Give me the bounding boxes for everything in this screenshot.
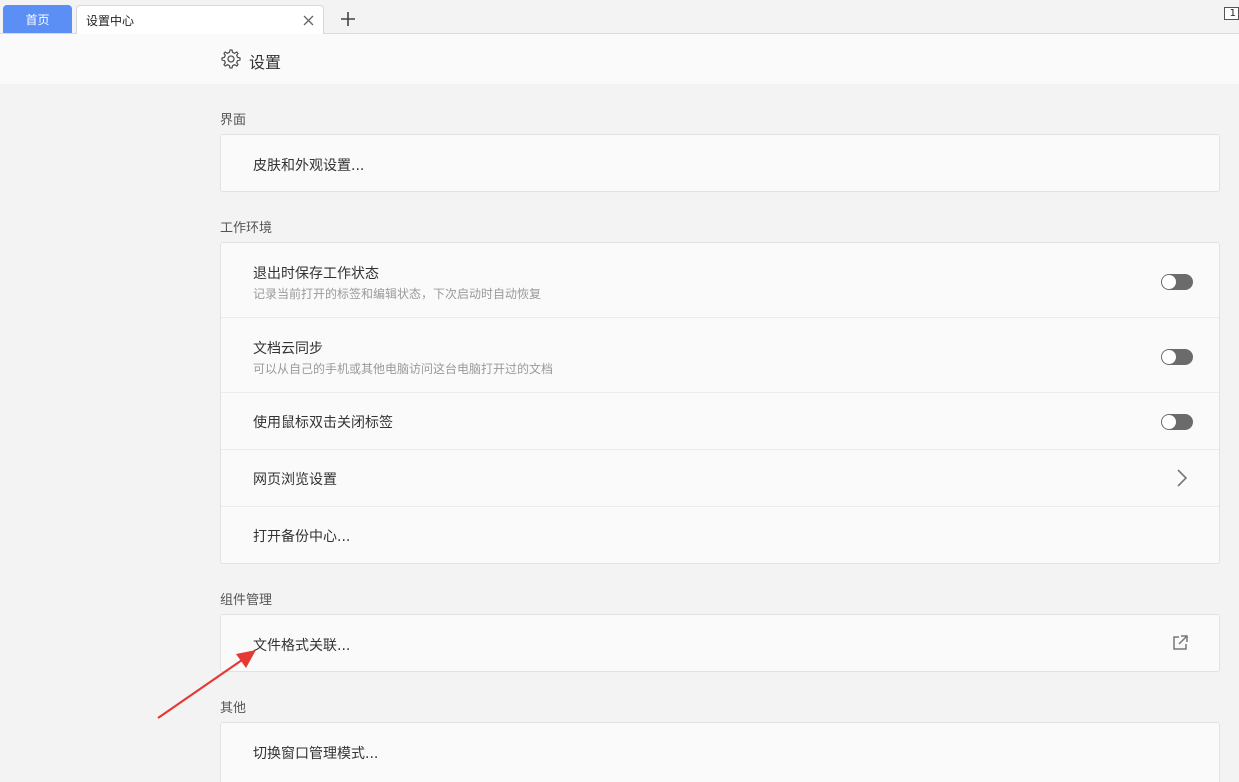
annotation-arrow-icon (157, 650, 256, 719)
tab-settings-center[interactable]: 设置中心 (76, 5, 324, 35)
tab-settings-center-label: 设置中心 (86, 14, 135, 28)
external-link-icon (1173, 635, 1188, 650)
row-backup-center[interactable]: 打开备份中心... (221, 507, 1219, 563)
row-cloud-sync: 文档云同步 可以从自己的手机或其他电脑访问这台电脑打开过的文档 (221, 318, 1219, 393)
row-save-state: 退出时保存工作状态 记录当前打开的标签和编辑状态，下次启动时自动恢复 (221, 243, 1219, 318)
card-other: 切换窗口管理模式... (220, 722, 1220, 782)
card-workspace: 退出时保存工作状态 记录当前打开的标签和编辑状态，下次启动时自动恢复 文档云同步… (220, 242, 1220, 564)
card-interface: 皮肤和外观设置... (220, 134, 1220, 192)
section-title-workspace: 工作环境 (220, 221, 273, 236)
card-components: 文件格式关联... (220, 614, 1220, 672)
row-skin-settings[interactable]: 皮肤和外观设置... (221, 135, 1219, 191)
chevron-right-icon (1177, 469, 1188, 487)
tab-bar: 首页 设置中心 1 (0, 0, 1239, 35)
row-dblclick-close: 使用鼠标双击关闭标签 (221, 393, 1219, 450)
tab-home[interactable]: 首页 (3, 5, 72, 33)
cloud-sync-label: 文档云同步 (253, 341, 323, 357)
cloud-sync-desc: 可以从自己的手机或其他电脑访问这台电脑打开过的文档 (253, 362, 554, 376)
dblclick-close-toggle[interactable] (1161, 414, 1193, 430)
row-window-mode[interactable]: 切换窗口管理模式... (221, 723, 1219, 779)
save-state-label: 退出时保存工作状态 (253, 266, 379, 282)
skin-settings-label: 皮肤和外观设置... (253, 158, 365, 174)
cloud-sync-toggle[interactable] (1161, 349, 1193, 365)
settings-header: 设置 (0, 34, 1239, 84)
save-state-desc: 记录当前打开的标签和编辑状态，下次启动时自动恢复 (253, 287, 542, 301)
dblclick-close-label: 使用鼠标双击关闭标签 (253, 415, 393, 431)
gear-icon (221, 49, 241, 69)
section-title-components: 组件管理 (220, 593, 273, 608)
plus-icon[interactable] (338, 9, 358, 29)
row-web-browse-settings[interactable]: 网页浏览设置 (221, 450, 1219, 507)
page-title: 设置 (249, 53, 282, 72)
close-icon[interactable] (302, 14, 315, 27)
section-title-interface: 界面 (220, 113, 247, 128)
row-file-association[interactable]: 文件格式关联... (221, 615, 1219, 671)
window-mode-label: 切换窗口管理模式... (253, 746, 379, 762)
save-state-toggle[interactable] (1161, 274, 1193, 290)
web-browse-label: 网页浏览设置 (253, 472, 337, 488)
backup-center-label: 打开备份中心... (253, 529, 351, 545)
window-count-badge[interactable]: 1 (1224, 7, 1239, 20)
